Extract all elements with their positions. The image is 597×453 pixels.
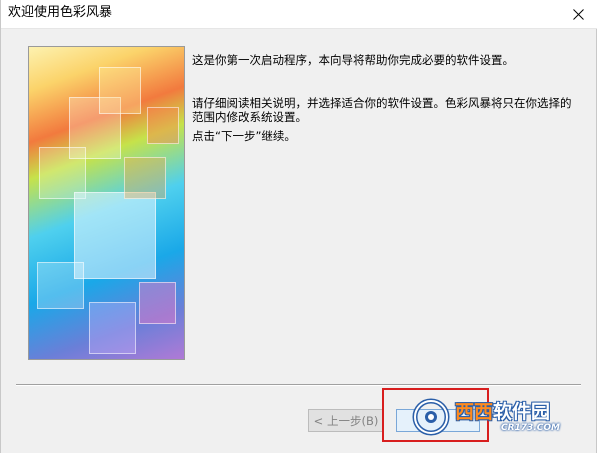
footer-separator xyxy=(16,384,581,386)
watermark-brand-orange: 西西 xyxy=(455,401,494,423)
instruction-paragraph: 请仔细阅读相关说明，并选择适合你的软件设置。色彩风暴将只在你选择的范围内修改系统… xyxy=(192,96,572,124)
back-button[interactable]: < 上一步(B) xyxy=(308,409,384,432)
window-title: 欢迎使用色彩风暴 xyxy=(8,5,113,20)
watermark-url: CR173.COM xyxy=(501,423,560,433)
close-icon xyxy=(572,8,584,20)
title-bar: 欢迎使用色彩风暴 xyxy=(1,0,597,29)
wizard-dialog: 欢迎使用色彩风暴 这是你第一次启动程序，本向导将帮助你完成必要的软件设置。 请仔… xyxy=(0,0,597,453)
intro-paragraph: 这是你第一次启动程序，本向导将帮助你完成必要的软件设置。 xyxy=(192,53,514,67)
watermark-brand-white: 软件园 xyxy=(493,401,551,423)
site-watermark: 西西软件园 CR173.COM xyxy=(411,398,583,436)
cr173-logo-icon xyxy=(412,398,450,436)
continue-hint: 点击“下一步”继续。 xyxy=(192,129,296,143)
wizard-side-image xyxy=(28,46,185,360)
close-button[interactable] xyxy=(558,0,597,28)
